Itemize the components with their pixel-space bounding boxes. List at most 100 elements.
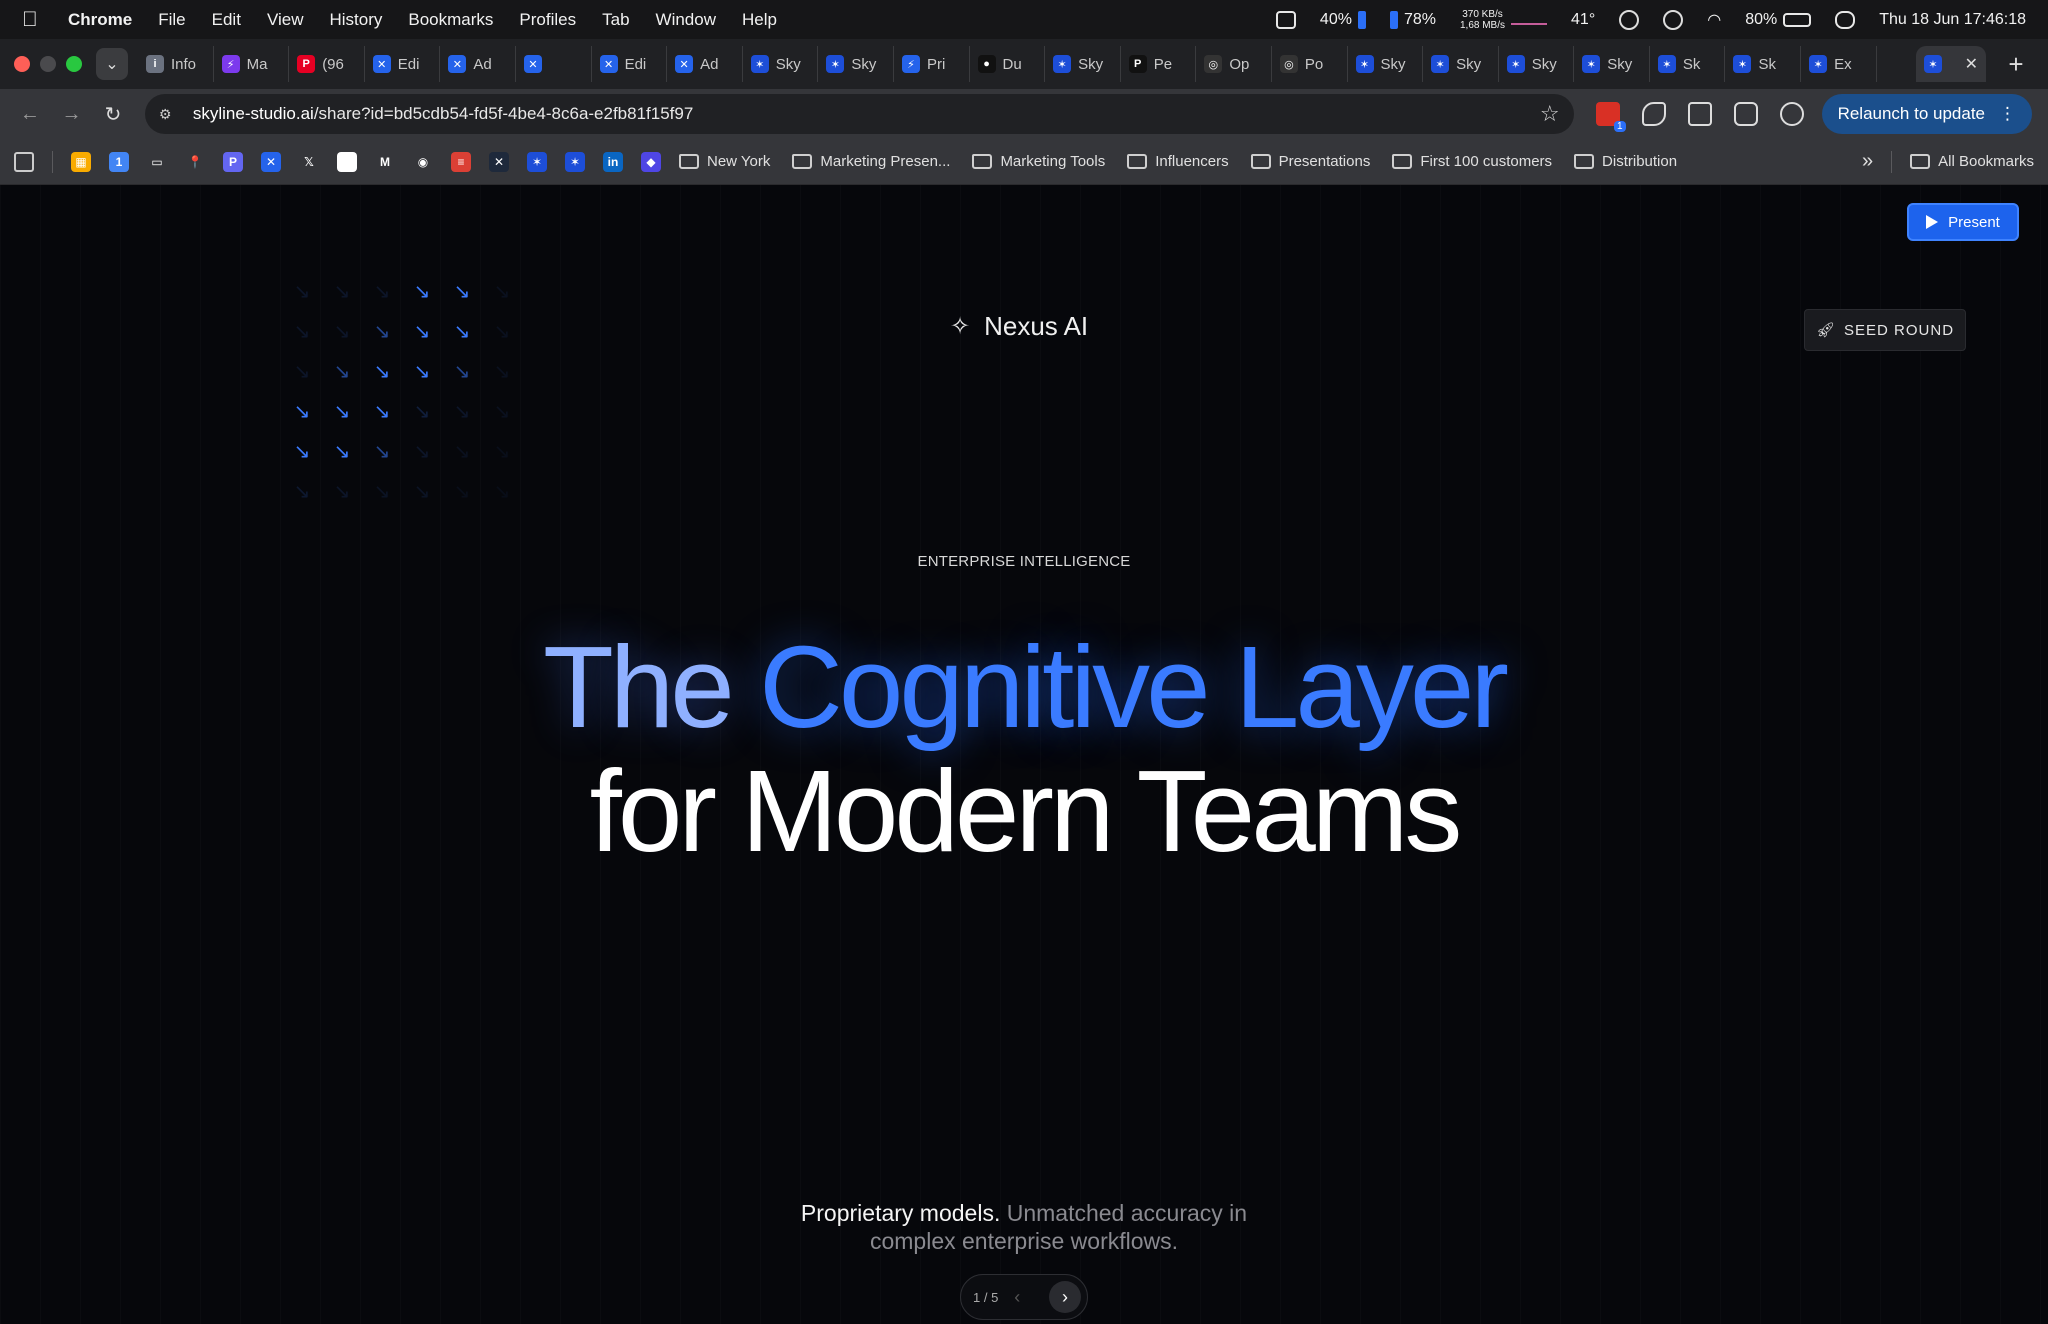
- relaunch-update-button[interactable]: Relaunch to update ⋮: [1821, 94, 2033, 134]
- address-bar[interactable]: ⚙ skyline-studio.ai/share?id=bd5cdb54-fd…: [144, 94, 1574, 134]
- arrow-icon: ↘: [453, 440, 471, 463]
- close-window-button[interactable]: [14, 56, 30, 72]
- bookmarks-overflow-button[interactable]: »: [1862, 150, 1873, 173]
- pen-ext-icon[interactable]: [1641, 102, 1666, 126]
- bookmark-folder[interactable]: Presentations: [1250, 153, 1370, 170]
- puzzle-extensions-icon[interactable]: [1733, 102, 1758, 126]
- tab-item[interactable]: ✶ Sky: [1423, 46, 1499, 82]
- menu-history[interactable]: History: [329, 10, 382, 30]
- status-battery[interactable]: 80%: [1745, 11, 1812, 29]
- todoist-icon[interactable]: ≡: [451, 151, 471, 172]
- tab-item[interactable]: ✕ Ad: [667, 46, 743, 82]
- back-button[interactable]: ←: [16, 103, 44, 126]
- tab-item[interactable]: ✶ Sky: [1499, 46, 1575, 82]
- status-mem[interactable]: 78%: [1389, 10, 1436, 29]
- forward-button[interactable]: →: [58, 103, 86, 126]
- menu-bookmarks[interactable]: Bookmarks: [408, 10, 493, 30]
- bookmark-folder[interactable]: Distribution: [1574, 153, 1677, 170]
- bookmark-folder[interactable]: Marketing Tools: [972, 153, 1105, 170]
- c-icon[interactable]: C: [337, 151, 357, 172]
- tab-item[interactable]: ✶ Sk: [1725, 46, 1802, 82]
- status-temp[interactable]: 41°: [1571, 11, 1595, 29]
- tab-search-button[interactable]: ⌄: [96, 48, 128, 80]
- app-icon[interactable]: ◆: [641, 151, 661, 172]
- status-cpu[interactable]: 40%: [1320, 10, 1366, 29]
- menu-file[interactable]: File: [158, 10, 185, 30]
- tab-active[interactable]: ✶ ✕: [1916, 46, 1986, 82]
- control-center-icon[interactable]: [1835, 10, 1856, 29]
- sky-icon[interactable]: ✶: [527, 151, 547, 172]
- tab-item[interactable]: ✶ Sky: [1348, 46, 1424, 82]
- docs-icon[interactable]: 1: [109, 151, 129, 172]
- all-bookmarks-button[interactable]: All Bookmarks: [1910, 153, 2034, 170]
- menu-help[interactable]: Help: [742, 10, 777, 30]
- bookmark-folder[interactable]: Influencers: [1127, 153, 1229, 170]
- present-button[interactable]: Present: [1907, 203, 2019, 241]
- menu-chrome[interactable]: Chrome: [68, 10, 132, 30]
- arrow-icon: ↘: [493, 360, 511, 383]
- tab-item[interactable]: ✶ Sky: [743, 46, 819, 82]
- site-info-icon[interactable]: ⚙: [159, 106, 179, 122]
- wifi-icon[interactable]: ◠: [1707, 10, 1721, 30]
- menu-dots-icon[interactable]: ⋮: [1999, 104, 2016, 124]
- camera-ext-icon[interactable]: [1687, 102, 1712, 126]
- tab-item[interactable]: ✶ Sk: [1650, 46, 1726, 82]
- tab-item[interactable]: ⚡ Ma: [214, 46, 290, 82]
- menu-profiles[interactable]: Profiles: [519, 10, 576, 30]
- gmail-icon[interactable]: M: [375, 152, 395, 172]
- play-circle-icon[interactable]: [1619, 9, 1640, 30]
- menu-tab[interactable]: Tab: [602, 10, 629, 30]
- p-icon[interactable]: P: [223, 151, 243, 172]
- tab-item[interactable]: ● Du: [970, 46, 1046, 82]
- next-slide-button[interactable]: ›: [1049, 1281, 1081, 1313]
- bookmark-star-icon[interactable]: ☆: [1540, 101, 1560, 127]
- tab-item[interactable]: P Pe: [1121, 46, 1197, 82]
- tab-item[interactable]: ◎ Po: [1272, 46, 1348, 82]
- status-net[interactable]: 370 KB/s 1,68 MB/s: [1460, 9, 1548, 31]
- new-tab-button[interactable]: +: [1996, 49, 2036, 80]
- tab-item[interactable]: ✶ Sky: [1045, 46, 1121, 82]
- clock-icon[interactable]: [1663, 9, 1684, 30]
- clock-datetime[interactable]: Thu 18 Jun 17:46:18: [1879, 11, 2026, 29]
- reload-button[interactable]: ↻: [99, 102, 127, 127]
- x-blue-icon[interactable]: ✕: [261, 151, 281, 172]
- tab-item[interactable]: ⚡ Pri: [894, 46, 970, 82]
- bookmark-folder[interactable]: Marketing Presen...: [792, 153, 950, 170]
- tab-item[interactable]: i Info: [138, 46, 214, 82]
- folder-icon[interactable]: ▭: [147, 152, 167, 172]
- apple-icon[interactable]: : [22, 8, 42, 31]
- bookmark-folder[interactable]: First 100 customers: [1392, 153, 1552, 170]
- status-area: 40% 78% 370 KB/s 1,68 MB/s 41° ◠ 80% Thu …: [1275, 9, 2026, 31]
- profile-avatar-icon[interactable]: [1779, 102, 1804, 126]
- maps-icon[interactable]: 📍: [185, 152, 205, 172]
- box-icon[interactable]: [1275, 10, 1296, 29]
- tab-item[interactable]: ✕ Edi: [592, 46, 668, 82]
- bookmark-folder[interactable]: New York: [679, 153, 770, 170]
- tab-item[interactable]: P (96: [289, 46, 365, 82]
- tab-item[interactable]: ✕ Ad: [440, 46, 516, 82]
- menu-edit[interactable]: Edit: [212, 10, 241, 30]
- linkedin-icon[interactable]: in: [603, 151, 623, 172]
- x-icon[interactable]: 𝕏: [299, 152, 319, 172]
- tab-item[interactable]: ✶ Sky: [818, 46, 894, 82]
- tab-item[interactable]: ✶ Sky: [1574, 46, 1650, 82]
- tab-item[interactable]: ◎ Op: [1196, 46, 1272, 82]
- calendar-icon[interactable]: ▦: [71, 151, 91, 172]
- prev-slide-button[interactable]: ‹: [1014, 1287, 1020, 1308]
- menu-window[interactable]: Window: [656, 10, 716, 30]
- folder-icon: [1392, 154, 1413, 169]
- sky2-icon[interactable]: ✶: [565, 151, 585, 172]
- apps-grid-icon[interactable]: [14, 151, 34, 172]
- minimize-window-button[interactable]: [40, 56, 56, 72]
- x-dark-icon[interactable]: ✕: [489, 151, 509, 172]
- github-icon[interactable]: ◉: [413, 152, 433, 172]
- tab-label: Sky: [1380, 55, 1406, 73]
- menu-view[interactable]: View: [267, 10, 304, 30]
- close-tab-icon[interactable]: ✕: [1965, 54, 1978, 74]
- url-text[interactable]: skyline-studio.ai/share?id=bd5cdb54-fd5f…: [193, 104, 1540, 124]
- tab-item[interactable]: ✕: [516, 46, 592, 82]
- calendar-ext-icon[interactable]: 1: [1595, 102, 1626, 132]
- tab-item[interactable]: ✶ Ex: [1801, 46, 1877, 82]
- tab-item[interactable]: ✕ Edi: [365, 46, 441, 82]
- zoom-window-button[interactable]: [66, 56, 82, 72]
